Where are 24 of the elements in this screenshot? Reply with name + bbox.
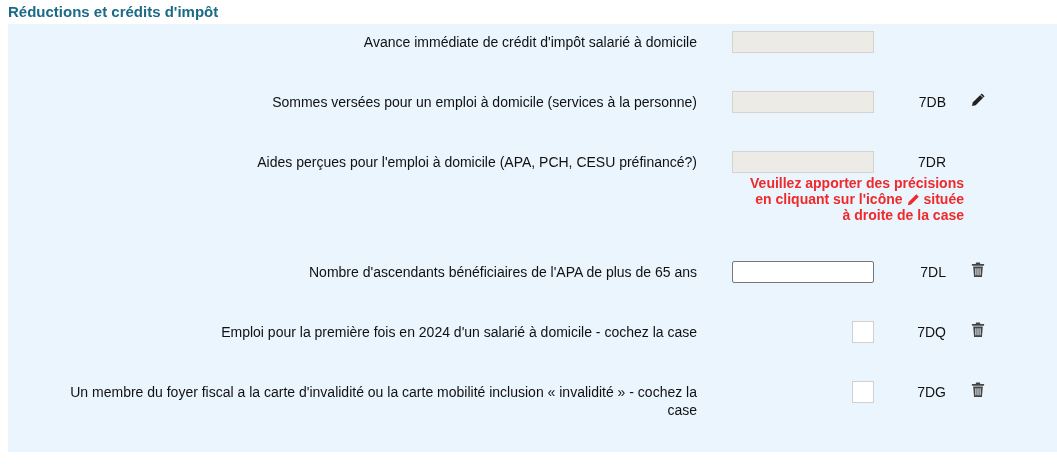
error-message: en cliquant sur l'icône	[755, 191, 903, 207]
pencil-icon[interactable]	[971, 92, 986, 107]
checkbox[interactable]	[852, 321, 874, 343]
box-code: 7DL	[920, 264, 946, 280]
input-field[interactable]	[732, 261, 874, 283]
box-code: 7DB	[918, 94, 946, 110]
field-label: Un membre du foyer fiscal a la carte d'invalidité ou la carte mobilité inclusion « invalidité » - cochez la case	[69, 383, 697, 419]
trash-icon[interactable]	[971, 262, 985, 278]
box-code: 7DR	[918, 154, 946, 170]
field-label: Sommes versées pour un emploi à domicile (services à la personne)	[271, 93, 697, 111]
field-label: Aides perçues pour l'emploi à domicile (APA, PCH, CESU préfinancé?)	[256, 153, 697, 171]
error-message: à droite de la case	[842, 207, 964, 223]
error-message: Veuillez apporter des précisions	[750, 175, 964, 191]
field-label: Avance immédiate de crédit d'impôt salarié à domicile	[362, 33, 697, 51]
box-code: 7DG	[917, 384, 946, 400]
box-code: 7DQ	[917, 324, 946, 340]
section-title: Réductions et crédits d'impôt	[7, 2, 220, 22]
checkbox[interactable]	[852, 381, 874, 403]
pencil-icon	[906, 192, 920, 206]
trash-icon[interactable]	[971, 382, 985, 398]
field-label: Emploi pour la première fois en 2024 d'un salarié à domicile - cochez la case	[220, 323, 697, 341]
field-label: Nombre d'ascendants bénéficiaires de l'APA de plus de 65 ans	[308, 263, 697, 281]
trash-icon[interactable]	[971, 322, 985, 338]
error-message: située	[923, 191, 964, 207]
